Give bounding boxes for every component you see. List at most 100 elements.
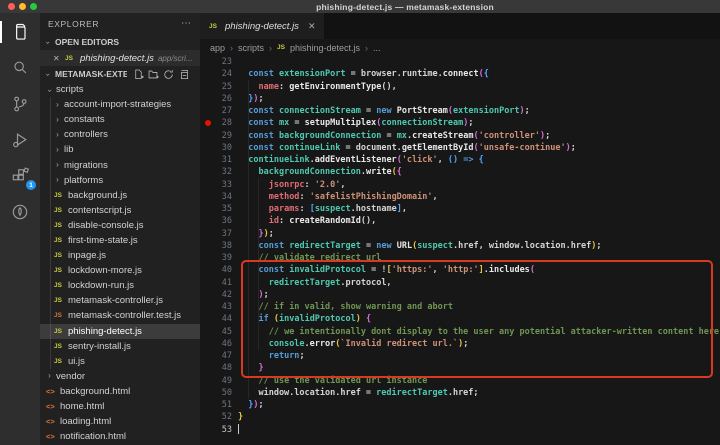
tree-item-first-time-state.js[interactable]: JSfirst-time-state.js	[40, 233, 200, 248]
run-debug-icon[interactable]	[5, 128, 35, 152]
line-number[interactable]: 41	[222, 277, 232, 289]
line-number[interactable]: 46	[222, 338, 232, 350]
tab-phishing-detect[interactable]: JS phishing-detect.js ✕	[200, 13, 324, 39]
code-line[interactable]: 24 const extensionPort = browser.runtime…	[200, 68, 720, 80]
tree-item-inpage.js[interactable]: JSinpage.js	[40, 248, 200, 263]
code-line[interactable]: 42 );	[200, 289, 720, 301]
tree-item-metamask-controller.js[interactable]: JSmetamask-controller.js	[40, 293, 200, 308]
code-line[interactable]: 38 const redirectTarget = new URL(suspec…	[200, 240, 720, 252]
line-number[interactable]: 25	[222, 81, 232, 93]
line-number[interactable]: 35	[222, 203, 232, 215]
tree-item-lib[interactable]: ›lib	[40, 142, 200, 157]
more-actions-icon[interactable]: ⋯	[181, 18, 192, 29]
line-number[interactable]: 40	[222, 264, 232, 276]
code-line[interactable]: 23	[200, 56, 720, 68]
tree-item-ui.js[interactable]: JSui.js	[40, 354, 200, 369]
collapse-all-icon[interactable]	[178, 69, 189, 80]
zoom-window-button[interactable]	[30, 3, 37, 10]
line-number[interactable]: 49	[222, 375, 232, 387]
breakpoint-icon[interactable]	[205, 120, 211, 126]
breadcrumb-item[interactable]: ...	[373, 43, 381, 53]
line-number[interactable]: 50	[222, 387, 232, 399]
line-number[interactable]: 39	[222, 252, 232, 264]
line-number[interactable]: 42	[222, 289, 232, 301]
code-line[interactable]: 36 id: createRandomId(),	[200, 215, 720, 227]
source-control-icon[interactable]	[5, 92, 35, 116]
close-window-button[interactable]	[8, 3, 15, 10]
breadcrumb-item[interactable]: scripts	[238, 43, 264, 53]
tree-item-notification.html[interactable]: <>notification.html	[40, 429, 200, 444]
line-number[interactable]: 23	[222, 56, 232, 68]
tree-item-platforms[interactable]: ›platforms	[40, 173, 200, 188]
close-editor-icon[interactable]: ✕	[53, 54, 61, 63]
line-number[interactable]: 51	[222, 399, 232, 411]
code-line[interactable]: 32 backgroundConnection.write({	[200, 166, 720, 178]
code-line[interactable]: 35 params: [suspect.hostname],	[200, 203, 720, 215]
code-line[interactable]: 27 const connectionStream = new PortStre…	[200, 105, 720, 117]
code-line[interactable]: 29 const backgroundConnection = mx.creat…	[200, 130, 720, 142]
code-line[interactable]: 25 name: getEnvironmentType(),	[200, 81, 720, 93]
code-line[interactable]: 47 return;	[200, 350, 720, 362]
code-editor[interactable]: 2324 const extensionPort = browser.runti…	[200, 56, 720, 445]
tree-item-contentscript.js[interactable]: JScontentscript.js	[40, 203, 200, 218]
code-line[interactable]: 45 // we intentionally dont display to t…	[200, 326, 720, 338]
code-line[interactable]: 53	[200, 424, 720, 436]
search-icon[interactable]	[5, 56, 35, 80]
open-editor-item[interactable]: ✕ JS phishing-detect.js app/scri...	[40, 50, 200, 66]
code-line[interactable]: 41 redirectTarget.protocol,	[200, 277, 720, 289]
code-line[interactable]: 34 method: 'safelistPhishingDomain',	[200, 191, 720, 203]
tree-item-migrations[interactable]: ›migrations	[40, 157, 200, 172]
line-number[interactable]: 47	[222, 350, 232, 362]
code-line[interactable]: 31 continueLink.addEventListener('click'…	[200, 154, 720, 166]
code-line[interactable]: 50 window.location.href = redirectTarget…	[200, 387, 720, 399]
line-number[interactable]: 37	[222, 228, 232, 240]
code-line[interactable]: 43 // if in valid, show warning and abor…	[200, 301, 720, 313]
line-number[interactable]: 33	[222, 179, 232, 191]
line-number[interactable]: 27	[222, 105, 232, 117]
tree-item-background.html[interactable]: <>background.html	[40, 384, 200, 399]
extensions-icon[interactable]: 1	[5, 164, 35, 188]
line-number[interactable]: 29	[222, 130, 232, 142]
line-number[interactable]: 36	[222, 215, 232, 227]
open-editors-header[interactable]: › OPEN EDITORS	[40, 34, 200, 50]
tree-item-vendor[interactable]: ›vendor	[40, 369, 200, 384]
code-line[interactable]: 46 console.error(`Invalid redirect url.`…	[200, 338, 720, 350]
line-number[interactable]: 31	[222, 154, 232, 166]
line-number[interactable]: 32	[222, 166, 232, 178]
line-number[interactable]: 34	[222, 191, 232, 203]
tree-item-account-import-strategies[interactable]: ›account-import-strategies	[40, 97, 200, 112]
tree-item-phishing-detect.js[interactable]: JSphishing-detect.js	[40, 324, 200, 339]
line-number[interactable]: 45	[222, 326, 232, 338]
tree-item-constants[interactable]: ›constants	[40, 112, 200, 127]
breadcrumb-item[interactable]: app	[210, 43, 225, 53]
tree-item-metamask-controller.test.js[interactable]: JSmetamask-controller.test.js	[40, 308, 200, 323]
line-number[interactable]: 28	[222, 117, 232, 129]
code-line[interactable]: 49 // use the validated url instance	[200, 375, 720, 387]
tree-item-home.html[interactable]: <>home.html	[40, 399, 200, 414]
circular-extension-icon[interactable]	[5, 200, 35, 224]
code-line[interactable]: 33 jsonrpc: '2.0',	[200, 179, 720, 191]
line-number[interactable]: 43	[222, 301, 232, 313]
code-line[interactable]: 30 const continueLink = document.getElem…	[200, 142, 720, 154]
explorer-icon[interactable]	[5, 20, 35, 44]
breadcrumb-item[interactable]: phishing-detect.js	[290, 43, 360, 53]
line-number[interactable]: 44	[222, 313, 232, 325]
tree-item-lockdown-run.js[interactable]: JSlockdown-run.js	[40, 278, 200, 293]
code-line[interactable]: 39 // validate redirect url	[200, 252, 720, 264]
tree-item-background.js[interactable]: JSbackground.js	[40, 188, 200, 203]
code-line[interactable]: 37 });	[200, 228, 720, 240]
tree-item-lockdown-more.js[interactable]: JSlockdown-more.js	[40, 263, 200, 278]
tree-item-disable-console.js[interactable]: JSdisable-console.js	[40, 218, 200, 233]
refresh-icon[interactable]	[163, 69, 174, 80]
line-number[interactable]: 53	[222, 424, 232, 436]
line-number[interactable]: 52	[222, 411, 232, 423]
code-line[interactable]: 44 if (invalidProtocol) {	[200, 313, 720, 325]
code-line[interactable]: 26 });	[200, 93, 720, 105]
line-number[interactable]: 24	[222, 68, 232, 80]
tree-item-scripts[interactable]: ›scripts	[40, 82, 200, 97]
close-tab-icon[interactable]: ✕	[308, 21, 316, 32]
tree-item-loading.html[interactable]: <>loading.html	[40, 414, 200, 429]
code-line[interactable]: 51 });	[200, 399, 720, 411]
tree-item-controllers[interactable]: ›controllers	[40, 127, 200, 142]
tree-item-sentry-install.js[interactable]: JSsentry-install.js	[40, 339, 200, 354]
